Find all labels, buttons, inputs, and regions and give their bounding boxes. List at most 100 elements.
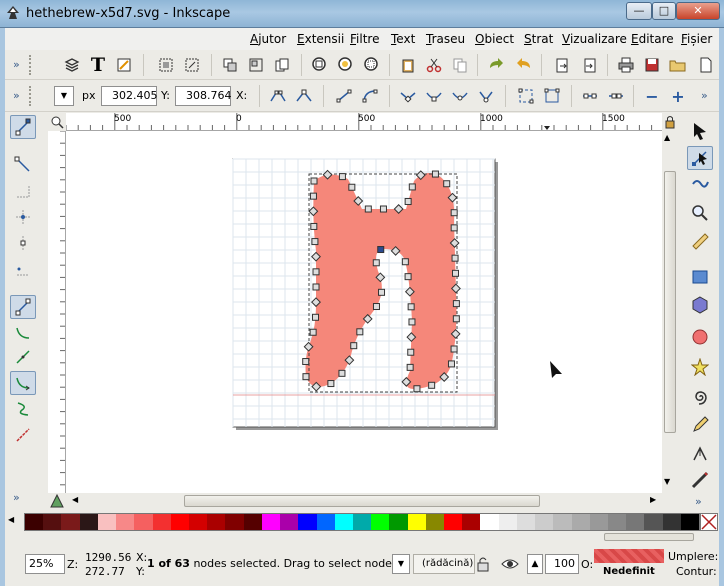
- tweak-tool-icon[interactable]: [687, 173, 713, 197]
- palette-swatch[interactable]: [116, 514, 135, 530]
- ellipse-tool-icon[interactable]: [687, 325, 713, 349]
- fill-swatch[interactable]: [594, 549, 664, 563]
- palette-swatch[interactable]: [207, 514, 226, 530]
- minimize-button[interactable]: —: [626, 2, 652, 20]
- layers-icon[interactable]: [61, 54, 83, 76]
- object-to-path-icon[interactable]: [515, 85, 537, 107]
- scroll-down-icon[interactable]: ▼: [664, 477, 670, 486]
- palette-swatch[interactable]: [480, 514, 499, 530]
- vertical-scrollbar[interactable]: ▲ ▼: [662, 131, 678, 493]
- join-segment-icon[interactable]: [579, 85, 601, 107]
- path-effect-icon[interactable]: [10, 257, 36, 281]
- palette-swatch[interactable]: [425, 514, 445, 530]
- palette-swatch[interactable]: [280, 514, 299, 530]
- node-handle[interactable]: [310, 177, 318, 185]
- segment-line-icon[interactable]: [333, 85, 355, 107]
- node-transform-icon[interactable]: [10, 295, 36, 319]
- palette-swatch[interactable]: [25, 514, 44, 530]
- save-icon[interactable]: [641, 54, 663, 76]
- node-smooth-icon[interactable]: [423, 85, 445, 107]
- palette-swatch[interactable]: [152, 514, 171, 530]
- toolbar-grip[interactable]: [29, 55, 35, 75]
- node-handle[interactable]: [379, 205, 387, 213]
- toolbar-overflow-icon[interactable]: »: [13, 491, 20, 504]
- node-handle[interactable]: [450, 224, 458, 232]
- palette-swatch[interactable]: [225, 514, 244, 530]
- menu-filters[interactable]: Filtre: [350, 32, 379, 46]
- menu-extensions[interactable]: Extensii: [297, 32, 344, 46]
- node-x-input[interactable]: 302.405: [101, 86, 158, 106]
- node-handle[interactable]: [447, 360, 455, 368]
- node-handle[interactable]: [451, 269, 459, 277]
- ungroup-icon[interactable]: [219, 54, 241, 76]
- node-handle[interactable]: [452, 315, 460, 323]
- unit-dropdown-arrow[interactable]: ▼: [54, 86, 74, 106]
- toolbar-grip[interactable]: [29, 86, 35, 106]
- line-segment-icon[interactable]: [10, 345, 36, 369]
- toolbar-overflow-icon[interactable]: »: [695, 495, 702, 508]
- zoom-tool-icon[interactable]: [687, 201, 713, 225]
- palette-swatch[interactable]: [571, 514, 590, 530]
- node-handle[interactable]: [452, 300, 460, 308]
- node-handle[interactable]: [364, 205, 372, 213]
- pencil-tool-icon[interactable]: [687, 413, 713, 437]
- handle-show-icon[interactable]: [10, 153, 36, 177]
- node-handle[interactable]: [407, 348, 415, 356]
- menu-help[interactable]: Ajutor: [250, 32, 286, 46]
- node-handle[interactable]: [413, 385, 421, 393]
- open-icon[interactable]: [667, 54, 689, 76]
- color-manage-icon[interactable]: [48, 493, 66, 509]
- palette-swatch[interactable]: [662, 514, 681, 530]
- zoom-fit-drawing-icon[interactable]: [335, 54, 357, 76]
- node-handle[interactable]: [350, 342, 358, 350]
- node-handle[interactable]: [302, 358, 310, 366]
- node-handle[interactable]: [309, 192, 317, 200]
- menu-text[interactable]: Text: [391, 32, 415, 46]
- node-handle[interactable]: [311, 238, 319, 246]
- delete-node-icon[interactable]: −: [641, 85, 663, 107]
- text-tool-icon[interactable]: T: [87, 54, 109, 76]
- node-handle[interactable]: [408, 318, 416, 326]
- node-tool-icon[interactable]: [687, 146, 713, 170]
- curve-edit-icon[interactable]: [10, 371, 36, 395]
- palette-scrollbar[interactable]: [604, 533, 694, 541]
- node-handle[interactable]: [450, 209, 458, 217]
- star-tool-icon[interactable]: [687, 355, 713, 379]
- outline-show-icon[interactable]: [10, 179, 36, 203]
- palette-swatch[interactable]: [407, 514, 426, 530]
- scroll-right-icon[interactable]: ▶: [650, 495, 656, 504]
- layer-dropdown-arrow[interactable]: ▼: [392, 554, 410, 574]
- scroll-left-icon[interactable]: ◀: [72, 495, 78, 504]
- palette-swatch[interactable]: [535, 514, 554, 530]
- stroke-to-path-icon[interactable]: [541, 85, 563, 107]
- palette-swatch[interactable]: [316, 514, 335, 530]
- rectangle-tool-icon[interactable]: [687, 265, 713, 289]
- palette-swatch[interactable]: [334, 514, 353, 530]
- node-handle[interactable]: [309, 328, 317, 336]
- mask-edit-icon[interactable]: [10, 205, 36, 229]
- palette-swatch[interactable]: [608, 514, 627, 530]
- node-handle[interactable]: [310, 222, 318, 230]
- copy-icon[interactable]: [449, 54, 471, 76]
- toolbar-overflow-icon[interactable]: »: [13, 89, 20, 102]
- node-handle[interactable]: [378, 288, 386, 296]
- node-handle[interactable]: [401, 258, 409, 266]
- canvas-drawing[interactable]: [66, 131, 662, 493]
- palette-swatch[interactable]: [462, 514, 481, 530]
- color-palette[interactable]: [24, 513, 700, 531]
- paste-icon[interactable]: [397, 54, 419, 76]
- menu-layer[interactable]: Strat: [524, 32, 553, 46]
- 3d-box-tool-icon[interactable]: [687, 293, 713, 317]
- palette-swatch[interactable]: [644, 514, 663, 530]
- cut-icon[interactable]: [423, 54, 445, 76]
- palette-swatch[interactable]: [680, 514, 700, 530]
- palette-swatch[interactable]: [43, 514, 62, 530]
- import-icon[interactable]: [579, 54, 601, 76]
- transform-icon[interactable]: [181, 54, 203, 76]
- align-distribute-icon[interactable]: [155, 54, 177, 76]
- palette-swatch[interactable]: [188, 514, 208, 530]
- palette-swatch[interactable]: [589, 514, 608, 530]
- palette-swatch[interactable]: [371, 514, 390, 530]
- layer-selector[interactable]: (rădăcină): [413, 554, 475, 574]
- menu-object[interactable]: Obiect: [475, 32, 514, 46]
